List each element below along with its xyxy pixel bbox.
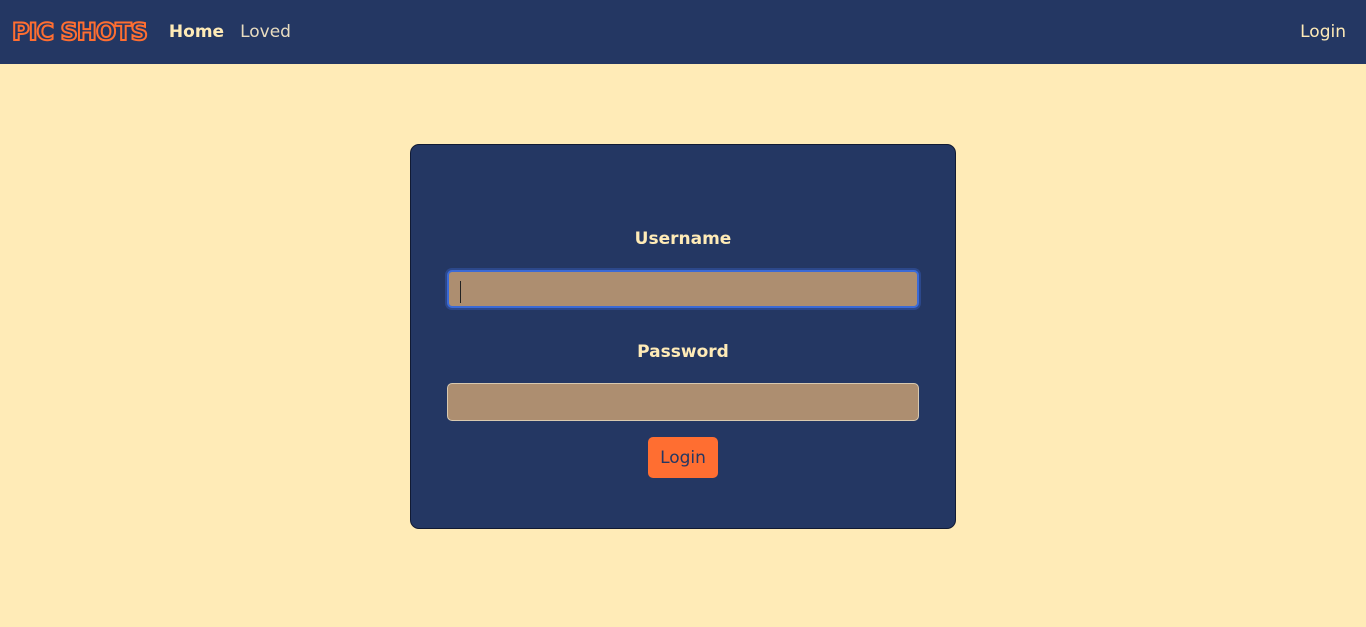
nav-link-loved[interactable]: Loved	[240, 22, 291, 42]
nav-link-home[interactable]: Home	[169, 22, 224, 42]
password-label: Password	[637, 342, 729, 362]
login-button[interactable]: Login	[648, 437, 718, 478]
nav-link-login[interactable]: Login	[1300, 22, 1346, 42]
username-label: Username	[634, 229, 732, 249]
brand-logo[interactable]: PIC SHOTS	[11, 19, 149, 45]
text-cursor	[460, 281, 461, 303]
login-card: Username Password Login	[410, 144, 956, 529]
password-input[interactable]	[447, 383, 919, 421]
username-input[interactable]	[447, 270, 919, 308]
top-navbar: PIC SHOTS Home Loved Login	[0, 0, 1366, 64]
